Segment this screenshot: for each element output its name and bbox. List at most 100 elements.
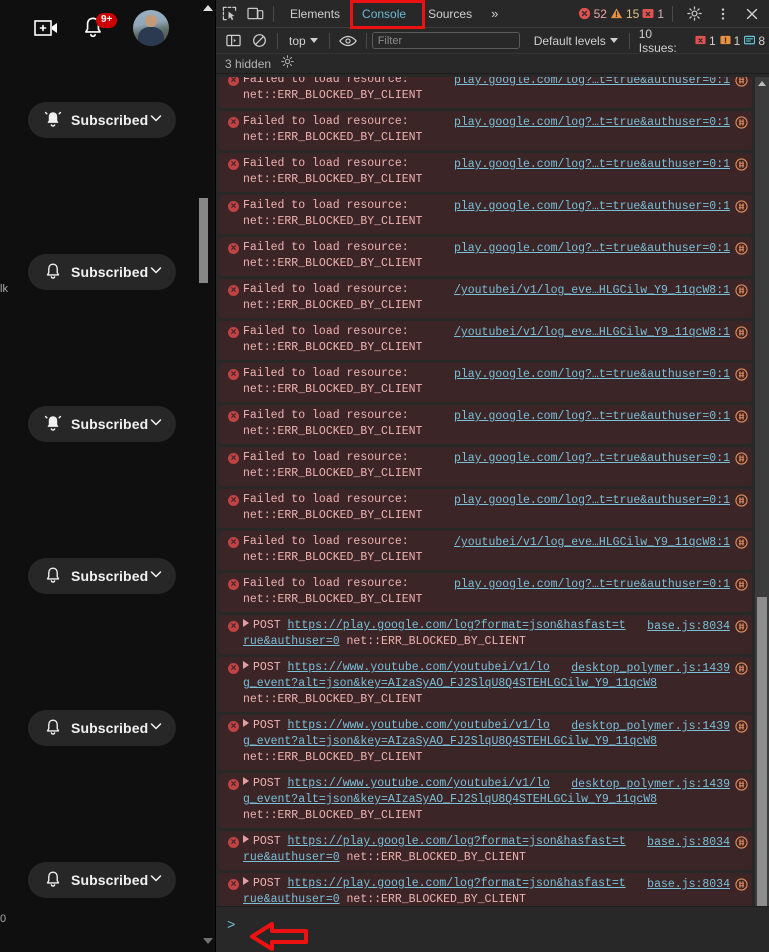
network-issue-icon[interactable] bbox=[735, 158, 748, 171]
create-video-icon[interactable] bbox=[34, 18, 60, 38]
expand-triangle-icon[interactable] bbox=[243, 777, 249, 785]
network-issue-icon[interactable] bbox=[735, 200, 748, 213]
console-message[interactable]: Failed to load resource: play.google.com/… bbox=[219, 573, 752, 613]
network-issue-icon[interactable] bbox=[735, 368, 748, 381]
avatar[interactable] bbox=[133, 10, 169, 46]
message-url-line2[interactable]: g_event?alt=json&key=AIzaSyAO_FJ2SlqU8Q4… bbox=[243, 735, 657, 748]
console-message[interactable]: Failed to load resource: /youtubei/v1/log… bbox=[219, 279, 752, 319]
tab-sources[interactable]: Sources bbox=[417, 0, 483, 28]
message-url-line1[interactable]: https://www.youtube.com/youtubei/v1/lo bbox=[288, 719, 550, 732]
network-issue-icon[interactable] bbox=[735, 242, 748, 255]
message-source-link[interactable]: base.js:8034 bbox=[647, 877, 730, 893]
network-issue-icon[interactable] bbox=[735, 452, 748, 465]
execution-context-selector[interactable]: top bbox=[283, 34, 324, 48]
more-vertical-icon[interactable] bbox=[710, 1, 736, 27]
network-issue-icon[interactable] bbox=[735, 536, 748, 549]
console-message[interactable]: Failed to load resource: /youtubei/v1/log… bbox=[219, 321, 752, 361]
console-scrollbar[interactable] bbox=[755, 77, 769, 952]
chevron-down-icon[interactable] bbox=[148, 110, 164, 131]
clear-console-icon[interactable] bbox=[246, 28, 272, 54]
message-source-link[interactable]: play.google.com/log?…t=true&authuser=0:1 bbox=[454, 367, 730, 383]
network-issue-icon[interactable] bbox=[735, 836, 748, 849]
message-source-link[interactable]: play.google.com/log?…t=true&authuser=0:1 bbox=[454, 451, 730, 467]
expand-triangle-icon[interactable] bbox=[243, 835, 249, 843]
message-url-line1[interactable]: https://www.youtube.com/youtubei/v1/lo bbox=[288, 777, 550, 790]
console-message[interactable]: Failed to load resource: play.google.com/… bbox=[219, 363, 752, 403]
message-source-link[interactable]: base.js:8034 bbox=[647, 835, 730, 851]
network-issue-icon[interactable] bbox=[735, 326, 748, 339]
filter-input[interactable] bbox=[371, 32, 520, 49]
page-scrollbar-thumb[interactable] bbox=[199, 198, 208, 283]
error-counter[interactable]: 52 bbox=[578, 7, 607, 21]
message-source-link[interactable]: /youtubei/v1/log_eve…HLGCilw_Y9_11qcW8:1 bbox=[454, 535, 730, 551]
message-url-line1[interactable]: https://play.google.com/log?format=json&… bbox=[288, 877, 626, 890]
expand-triangle-icon[interactable] bbox=[243, 877, 249, 885]
log-levels-selector[interactable]: Default levels bbox=[528, 34, 624, 48]
console-message[interactable]: Failed to load resource: play.google.com/… bbox=[219, 111, 752, 151]
subscribed-button[interactable]: Subscribed bbox=[28, 558, 176, 594]
tab-elements[interactable]: Elements bbox=[279, 0, 351, 28]
console-message[interactable]: POST https://play.google.com/log?format=… bbox=[219, 831, 752, 871]
tab-console[interactable]: Console bbox=[351, 0, 417, 28]
message-source-link[interactable]: play.google.com/log?…t=true&authuser=0:1 bbox=[454, 157, 730, 173]
console-message[interactable]: Failed to load resource: play.google.com/… bbox=[219, 237, 752, 277]
network-issue-icon[interactable] bbox=[735, 878, 748, 891]
chevron-down-icon[interactable] bbox=[148, 566, 164, 587]
message-source-link[interactable]: base.js:8034 bbox=[647, 619, 730, 635]
gear-icon[interactable] bbox=[281, 54, 294, 73]
console-message[interactable]: Failed to load resource: play.google.com/… bbox=[219, 447, 752, 487]
chevron-down-icon[interactable] bbox=[148, 414, 164, 435]
console-message[interactable]: POST https://www.youtube.com/youtubei/v1… bbox=[219, 773, 752, 829]
message-source-link[interactable]: play.google.com/log?…t=true&authuser=0:1 bbox=[454, 77, 730, 89]
message-source-link[interactable]: play.google.com/log?…t=true&authuser=0:1 bbox=[454, 241, 730, 257]
console-sidebar-icon[interactable] bbox=[220, 28, 246, 54]
message-source-link[interactable]: play.google.com/log?…t=true&authuser=0:1 bbox=[454, 577, 730, 593]
message-source-link[interactable]: play.google.com/log?…t=true&authuser=0:1 bbox=[454, 493, 730, 509]
network-issue-icon[interactable] bbox=[735, 578, 748, 591]
console-message[interactable]: POST https://play.google.com/log?format=… bbox=[219, 615, 752, 655]
subscribed-button[interactable]: Subscribed bbox=[28, 254, 176, 290]
message-source-link[interactable]: play.google.com/log?…t=true&authuser=0:1 bbox=[454, 409, 730, 425]
subscribed-button[interactable]: Subscribed bbox=[28, 710, 176, 746]
device-toolbar-icon[interactable] bbox=[242, 1, 268, 27]
inspect-element-icon[interactable] bbox=[216, 1, 242, 27]
issue-counter[interactable]: 1 bbox=[642, 7, 664, 21]
console-message[interactable]: Failed to load resource: play.google.com/… bbox=[219, 489, 752, 529]
message-url-line2[interactable]: g_event?alt=json&key=AIzaSyAO_FJ2SlqU8Q4… bbox=[243, 677, 657, 690]
expand-triangle-icon[interactable] bbox=[243, 719, 249, 727]
network-issue-icon[interactable] bbox=[735, 410, 748, 423]
more-tabs-icon[interactable]: » bbox=[483, 6, 506, 21]
console-message[interactable]: Failed to load resource: /youtubei/v1/log… bbox=[219, 531, 752, 571]
console-message[interactable]: Failed to load resource: play.google.com/… bbox=[219, 153, 752, 193]
message-source-link[interactable]: play.google.com/log?…t=true&authuser=0:1 bbox=[454, 199, 730, 215]
message-url-line1[interactable]: https://play.google.com/log?format=json&… bbox=[288, 835, 626, 848]
console-message[interactable]: POST https://www.youtube.com/youtubei/v1… bbox=[219, 657, 752, 713]
network-issue-icon[interactable] bbox=[735, 494, 748, 507]
network-issue-icon[interactable] bbox=[735, 778, 748, 791]
message-source-link[interactable]: /youtubei/v1/log_eve…HLGCilw_Y9_11qcW8:1 bbox=[454, 283, 730, 299]
console-prompt-row[interactable]: > bbox=[216, 906, 769, 952]
network-issue-icon[interactable] bbox=[735, 620, 748, 633]
subscribed-button[interactable]: Subscribed bbox=[28, 102, 176, 138]
warning-counter[interactable]: 15 bbox=[610, 7, 639, 21]
network-issue-icon[interactable] bbox=[735, 284, 748, 297]
console-message[interactable]: Failed to load resource: play.google.com/… bbox=[219, 405, 752, 445]
network-issue-icon[interactable] bbox=[735, 720, 748, 733]
chevron-down-icon[interactable] bbox=[148, 718, 164, 739]
scroll-up-arrow[interactable] bbox=[758, 81, 766, 86]
message-source-link[interactable]: desktop_polymer.js:1439 bbox=[571, 661, 730, 677]
network-issue-icon[interactable] bbox=[735, 116, 748, 129]
expand-triangle-icon[interactable] bbox=[243, 619, 249, 627]
page-scroll-down-arrow[interactable] bbox=[203, 938, 213, 944]
message-url-line2[interactable]: rue&authuser=0 bbox=[243, 851, 340, 864]
message-source-link[interactable]: play.google.com/log?…t=true&authuser=0:1 bbox=[454, 115, 730, 131]
console-message-list[interactable]: Failed to load resource: play.google.com/… bbox=[216, 77, 769, 952]
message-url-line2[interactable]: g_event?alt=json&key=AIzaSyAO_FJ2SlqU8Q4… bbox=[243, 793, 657, 806]
message-url-line1[interactable]: https://play.google.com/log?format=json&… bbox=[288, 619, 626, 632]
chevron-down-icon[interactable] bbox=[148, 870, 164, 891]
notifications-button[interactable]: 9+ bbox=[80, 13, 118, 45]
network-issue-icon[interactable] bbox=[735, 77, 748, 87]
page-scroll-up-arrow[interactable] bbox=[203, 5, 213, 11]
message-source-link[interactable]: /youtubei/v1/log_eve…HLGCilw_Y9_11qcW8:1 bbox=[454, 325, 730, 341]
live-expression-icon[interactable] bbox=[335, 28, 361, 54]
